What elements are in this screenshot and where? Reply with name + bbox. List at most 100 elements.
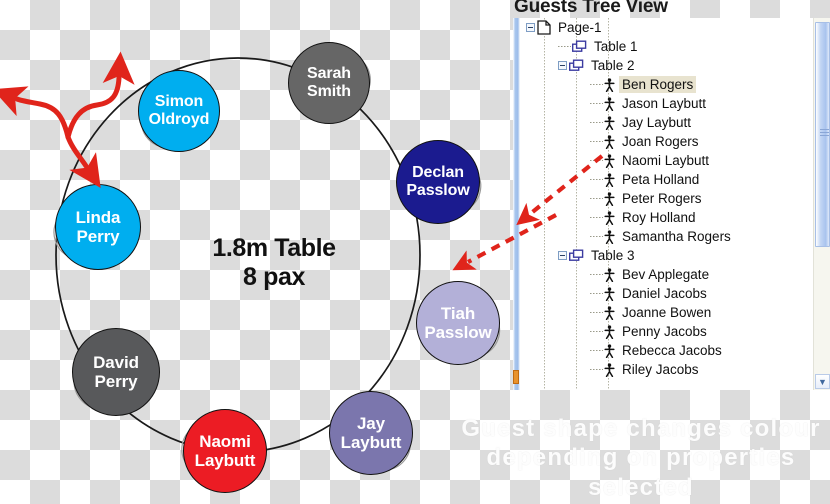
tree-node-label: Rebecca Jacobs (622, 343, 722, 358)
tree-node-label: Joanne Bowen (622, 305, 712, 320)
page-title: Guests Tree View (514, 0, 668, 17)
tree-node-label: Penny Jacobs (622, 324, 707, 339)
tree-node-table[interactable]: Table 3 (520, 246, 813, 265)
tree-connector-line (590, 198, 603, 199)
guest-name-line-1: Linda (75, 207, 121, 227)
tree-node-person[interactable]: Roy Holland (520, 208, 813, 227)
tree-node-person[interactable]: Bev Applegate (520, 265, 813, 284)
person-icon (604, 229, 615, 244)
person-icon (604, 305, 615, 320)
scrollbar-thumb[interactable] (815, 22, 830, 247)
table-icon (572, 40, 587, 54)
tree-node-person[interactable]: Joan Rogers (520, 132, 813, 151)
tree-node-person[interactable]: Jay Laybutt (520, 113, 813, 132)
tree-scroll-area[interactable]: Page-1 Table 1 Table 2 Ben Rogers Jason Layb… (520, 18, 813, 390)
tree-node-table[interactable]: Table 2 (520, 56, 813, 75)
expander-minus-icon[interactable] (526, 23, 535, 32)
tree-connector-line (590, 217, 603, 218)
panel-left-accent-bar (513, 18, 520, 390)
tree-rows: Page-1 Table 1 Table 2 Ben Rogers Jason Layb… (520, 18, 813, 379)
guest-circle[interactable]: Sarah Smith (288, 42, 370, 124)
expander-minus-icon[interactable] (558, 61, 567, 70)
guest-name-line-2: Oldroyd (148, 111, 210, 128)
tree-connector-line (590, 84, 603, 85)
screenshot-root: Simon Oldroyd Sarah Smith Declan Passlow Tiah P… (0, 0, 830, 504)
guest-name-line-2: Passlow (424, 323, 492, 342)
guest-name-line-1: Jay (356, 413, 386, 433)
tree-node-label: Joan Rogers (622, 134, 699, 149)
tree-node-label: Peta Holland (622, 172, 700, 187)
tree-node-label: Peter Rogers (622, 191, 702, 206)
tree-node-label: Table 1 (594, 39, 638, 54)
expander-minus-icon[interactable] (558, 251, 567, 260)
tree-connector-line (590, 103, 603, 104)
table-seating-diagram: Simon Oldroyd Sarah Smith Declan Passlow Tiah P… (0, 0, 520, 504)
guest-name-line-1: Sarah (307, 65, 351, 83)
guest-circle[interactable]: Naomi Laybutt (183, 409, 267, 493)
guest-name-line-1: Naomi (199, 431, 251, 451)
tree-node-person[interactable]: Naomi Laybutt (520, 151, 813, 170)
tree-node-person[interactable]: Daniel Jacobs (520, 284, 813, 303)
tree-connector-line (590, 274, 603, 275)
table-size-text: 1.8m Table (212, 234, 336, 262)
page-icon (537, 20, 551, 35)
guest-name-line-2: Laybutt (194, 451, 256, 470)
table-capacity-label: 1.8m Table 8 pax (168, 234, 380, 292)
tree-connector-line (590, 350, 603, 351)
person-icon (604, 343, 615, 358)
tree-vertical-scrollbar[interactable]: ▼ (813, 18, 830, 390)
tree-connector-line (590, 179, 603, 180)
tree-node-person[interactable]: Ben Rogers (520, 75, 813, 94)
table-icon (569, 249, 584, 263)
guest-circle[interactable]: David Perry (72, 328, 160, 416)
scrollbar-grip (820, 129, 829, 136)
tree-connector-line (590, 122, 603, 123)
tree-node-person[interactable]: Riley Jacobs (520, 360, 813, 379)
person-icon (604, 267, 615, 282)
tree-node-person[interactable]: Peta Holland (520, 170, 813, 189)
tree-node-person[interactable]: Penny Jacobs (520, 322, 813, 341)
tree-node-label: Bev Applegate (622, 267, 710, 282)
tree-node-label: Naomi Laybutt (622, 153, 710, 168)
guest-name-line-2: Passlow (406, 182, 470, 199)
person-icon (604, 210, 615, 225)
tree-node-label: Samantha Rogers (622, 229, 731, 244)
tree-node-person[interactable]: Rebecca Jacobs (520, 341, 813, 360)
guest-circle[interactable]: Jay Laybutt (329, 391, 413, 475)
guest-circle[interactable]: Linda Perry (55, 184, 141, 270)
guest-name-line-2: Perry (94, 372, 138, 391)
scroll-down-arrow-button[interactable]: ▼ (815, 374, 830, 389)
tree-node-person[interactable]: Jason Laybutt (520, 94, 813, 113)
tree-connector-line (590, 160, 603, 161)
person-icon (604, 324, 615, 339)
guest-circle[interactable]: Tiah Passlow (416, 281, 500, 365)
table-pax-text: 8 pax (243, 262, 305, 291)
tree-node-page[interactable]: Page-1 (520, 18, 813, 37)
tree-node-label: Ben Rogers (619, 76, 697, 93)
person-icon (604, 115, 615, 130)
tree-connector-line (590, 369, 603, 370)
tree-node-label: Daniel Jacobs (622, 286, 707, 301)
tree-node-label: Page-1 (558, 20, 602, 35)
person-icon (604, 286, 615, 301)
tree-node-label: Table 3 (591, 248, 635, 263)
guest-name-line-1: Tiah (440, 303, 476, 323)
tree-node-table[interactable]: Table 1 (520, 37, 813, 56)
guest-name-line-2: Perry (76, 227, 120, 246)
table-icon (569, 59, 584, 73)
tree-node-person[interactable]: Peter Rogers (520, 189, 813, 208)
guests-tree-panel: Page-1 Table 1 Table 2 Ben Rogers Jason Layb… (513, 18, 830, 390)
tree-node-person[interactable]: Samantha Rogers (520, 227, 813, 246)
tree-node-label: Jay Laybutt (622, 115, 692, 130)
person-icon (604, 77, 615, 92)
tree-node-label: Roy Holland (622, 210, 696, 225)
tree-node-label: Riley Jacobs (622, 362, 699, 377)
guest-circle[interactable]: Simon Oldroyd (138, 70, 220, 152)
tree-connector-line (590, 236, 603, 237)
tree-node-person[interactable]: Joanne Bowen (520, 303, 813, 322)
guest-name-line-2: Laybutt (340, 433, 402, 452)
tree-connector-line (590, 141, 603, 142)
person-icon (604, 134, 615, 149)
guest-circle[interactable]: Declan Passlow (396, 140, 480, 224)
tree-connector-line (558, 46, 571, 47)
